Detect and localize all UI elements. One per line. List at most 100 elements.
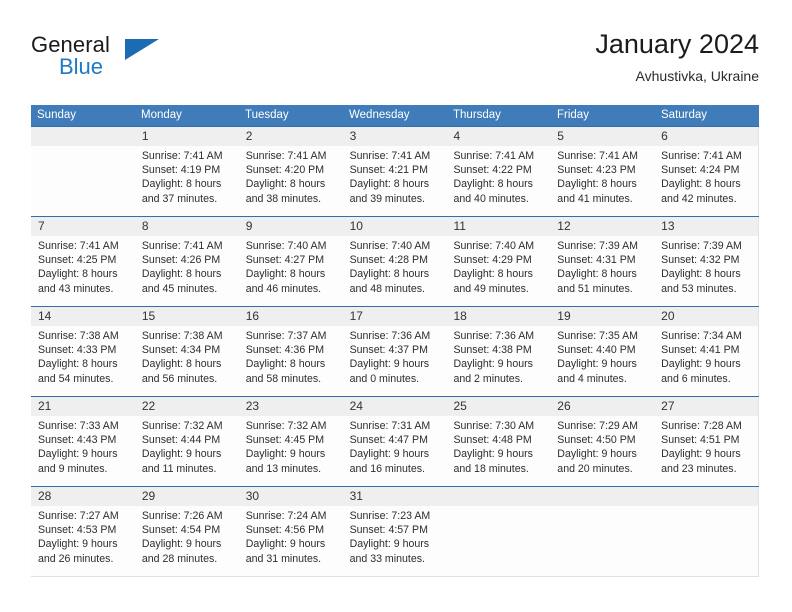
day-number: 28 — [38, 489, 52, 503]
sunset-text: Sunset: 4:23 PM — [557, 164, 636, 177]
day-cell[interactable]: Sunrise: 7:36 AM Sunset: 4:37 PM Dayligh… — [343, 326, 447, 396]
daylight-text-line1: Daylight: 8 hours — [661, 178, 741, 191]
day-number: 31 — [349, 489, 363, 503]
daylight-text-line2: and 56 minutes. — [141, 372, 218, 385]
day-cell[interactable]: Sunrise: 7:41 AM Sunset: 4:23 PM Dayligh… — [550, 146, 654, 216]
day-cell[interactable]: Sunrise: 7:32 AM Sunset: 4:45 PM Dayligh… — [239, 416, 343, 486]
daylight-text-line2: and 51 minutes. — [557, 282, 633, 295]
sunset-text: Sunset: 4:47 PM — [349, 434, 428, 447]
general-blue-logo[interactable]: General Blue — [31, 32, 261, 88]
title-block: January 2024 Avhustivka, Ukraine — [595, 28, 759, 86]
day-detail-band: Sunrise: 7:33 AM Sunset: 4:43 PM Dayligh… — [31, 416, 760, 486]
daylight-text-line2: and 33 minutes. — [349, 552, 425, 565]
page-title: January 2024 — [595, 29, 759, 59]
daylight-text-line2: and 58 minutes. — [245, 372, 322, 385]
sunset-text: Sunset: 4:40 PM — [557, 344, 636, 357]
sunset-text: Sunset: 4:36 PM — [245, 344, 325, 357]
logo-word-blue: Blue — [59, 54, 104, 79]
sunrise-text: Sunrise: 7:33 AM — [38, 420, 119, 432]
weekday-header-monday: Monday — [141, 109, 182, 121]
day-cell[interactable]: Sunrise: 7:28 AM Sunset: 4:51 PM Dayligh… — [654, 416, 760, 486]
sunrise-text: Sunrise: 7:41 AM — [349, 150, 431, 162]
day-number — [446, 487, 550, 506]
daylight-text-line1: Daylight: 8 hours — [349, 268, 430, 281]
day-cell[interactable]: Sunrise: 7:39 AM Sunset: 4:31 PM Dayligh… — [550, 236, 654, 306]
sunset-text: Sunset: 4:19 PM — [141, 164, 221, 177]
daylight-text-line1: Daylight: 9 hours — [349, 448, 430, 461]
day-number: 17 — [349, 309, 363, 323]
day-cell[interactable]: Sunrise: 7:41 AM Sunset: 4:21 PM Dayligh… — [343, 146, 447, 216]
day-cell[interactable]: Sunrise: 7:41 AM Sunset: 4:24 PM Dayligh… — [654, 146, 760, 216]
day-cell[interactable]: Sunrise: 7:37 AM Sunset: 4:36 PM Dayligh… — [239, 326, 343, 396]
daylight-text-line2: and 23 minutes. — [661, 462, 737, 475]
day-cell[interactable]: Sunrise: 7:39 AM Sunset: 4:32 PM Dayligh… — [654, 236, 760, 306]
sunset-text: Sunset: 4:37 PM — [349, 344, 428, 357]
week-row: 14 15 16 17 18 19 20 Sunrise: 7:38 AM Su… — [31, 306, 760, 396]
day-cell[interactable]: Sunrise: 7:23 AM Sunset: 4:57 PM Dayligh… — [343, 506, 447, 576]
sunset-text: Sunset: 4:21 PM — [349, 164, 428, 177]
day-number: 23 — [245, 399, 260, 413]
day-cell[interactable] — [654, 506, 760, 576]
day-cell[interactable]: Sunrise: 7:38 AM Sunset: 4:34 PM Dayligh… — [135, 326, 239, 396]
day-cell[interactable] — [550, 506, 654, 576]
sunrise-text: Sunrise: 7:39 AM — [661, 240, 742, 252]
day-cell[interactable]: Sunrise: 7:31 AM Sunset: 4:47 PM Dayligh… — [343, 416, 447, 486]
day-cell[interactable]: Sunrise: 7:40 AM Sunset: 4:29 PM Dayligh… — [446, 236, 550, 306]
sunset-text: Sunset: 4:51 PM — [661, 434, 740, 447]
day-cell[interactable]: Sunrise: 7:30 AM Sunset: 4:48 PM Dayligh… — [446, 416, 550, 486]
daylight-text-line1: Daylight: 8 hours — [141, 358, 222, 371]
daylight-text-line1: Daylight: 9 hours — [245, 538, 326, 551]
day-number-band: 7 8 9 10 11 12 13 — [31, 217, 760, 236]
sunset-text: Sunset: 4:32 PM — [661, 254, 740, 267]
day-number: 20 — [654, 307, 760, 326]
sunset-text: Sunset: 4:43 PM — [38, 434, 117, 447]
day-cell[interactable]: Sunrise: 7:41 AM Sunset: 4:26 PM Dayligh… — [135, 236, 239, 306]
day-number: 21 — [38, 399, 52, 413]
day-cell[interactable]: Sunrise: 7:41 AM Sunset: 4:19 PM Dayligh… — [135, 146, 239, 216]
day-cell[interactable]: Sunrise: 7:24 AM Sunset: 4:56 PM Dayligh… — [239, 506, 343, 576]
day-detail-band: Sunrise: 7:41 AM Sunset: 4:19 PM Dayligh… — [31, 146, 760, 216]
day-number — [654, 487, 760, 506]
day-cell[interactable] — [31, 146, 135, 216]
day-number — [550, 487, 654, 506]
day-number: 8 — [141, 219, 149, 233]
day-number-band: 21 22 23 24 25 26 27 — [31, 397, 760, 416]
day-cell[interactable]: Sunrise: 7:41 AM Sunset: 4:22 PM Dayligh… — [446, 146, 550, 216]
sunrise-text: Sunrise: 7:41 AM — [557, 150, 638, 162]
daylight-text-line1: Daylight: 9 hours — [38, 448, 118, 461]
day-number: 6 — [654, 127, 760, 146]
daylight-text-line2: and 38 minutes. — [245, 192, 322, 205]
day-cell[interactable]: Sunrise: 7:41 AM Sunset: 4:25 PM Dayligh… — [31, 236, 135, 306]
day-cell[interactable]: Sunrise: 7:32 AM Sunset: 4:44 PM Dayligh… — [135, 416, 239, 486]
day-number: 1 — [141, 129, 149, 143]
day-cell[interactable]: Sunrise: 7:35 AM Sunset: 4:40 PM Dayligh… — [550, 326, 654, 396]
day-cell[interactable]: Sunrise: 7:36 AM Sunset: 4:38 PM Dayligh… — [446, 326, 550, 396]
daylight-text-line1: Daylight: 9 hours — [557, 358, 637, 371]
day-number: 4 — [453, 129, 461, 143]
weekday-header-row: Sunday Monday Tuesday Wednesday Thursday… — [31, 105, 759, 126]
sunset-text: Sunset: 4:28 PM — [349, 254, 428, 267]
day-cell[interactable] — [446, 506, 550, 576]
day-cell[interactable]: Sunrise: 7:38 AM Sunset: 4:33 PM Dayligh… — [31, 326, 135, 396]
weekday-header-friday: Friday — [557, 109, 589, 121]
day-number-band: 28 29 30 31 — [31, 487, 760, 506]
day-cell[interactable]: Sunrise: 7:27 AM Sunset: 4:53 PM Dayligh… — [31, 506, 135, 576]
day-cell[interactable]: Sunrise: 7:34 AM Sunset: 4:41 PM Dayligh… — [654, 326, 760, 396]
calendar-grid: Sunday Monday Tuesday Wednesday Thursday… — [31, 105, 760, 577]
day-number: 25 — [453, 399, 467, 413]
sunset-text: Sunset: 4:22 PM — [453, 164, 532, 177]
day-cell[interactable]: Sunrise: 7:41 AM Sunset: 4:20 PM Dayligh… — [239, 146, 343, 216]
page-subtitle: Avhustivka, Ukraine — [635, 68, 759, 84]
day-cell[interactable]: Sunrise: 7:33 AM Sunset: 4:43 PM Dayligh… — [31, 416, 135, 486]
daylight-text-line2: and 26 minutes. — [38, 552, 114, 565]
day-cell[interactable]: Sunrise: 7:40 AM Sunset: 4:28 PM Dayligh… — [343, 236, 447, 306]
sunrise-text: Sunrise: 7:41 AM — [661, 150, 742, 162]
day-cell[interactable]: Sunrise: 7:26 AM Sunset: 4:54 PM Dayligh… — [135, 506, 239, 576]
day-number-band: 14 15 16 17 18 19 20 — [31, 307, 760, 326]
daylight-text-line2: and 40 minutes. — [453, 192, 529, 205]
sunset-text: Sunset: 4:31 PM — [557, 254, 636, 267]
sunset-text: Sunset: 4:53 PM — [38, 524, 117, 537]
day-cell[interactable]: Sunrise: 7:29 AM Sunset: 4:50 PM Dayligh… — [550, 416, 654, 486]
day-cell[interactable]: Sunrise: 7:40 AM Sunset: 4:27 PM Dayligh… — [239, 236, 343, 306]
daylight-text-line1: Daylight: 9 hours — [245, 448, 326, 461]
